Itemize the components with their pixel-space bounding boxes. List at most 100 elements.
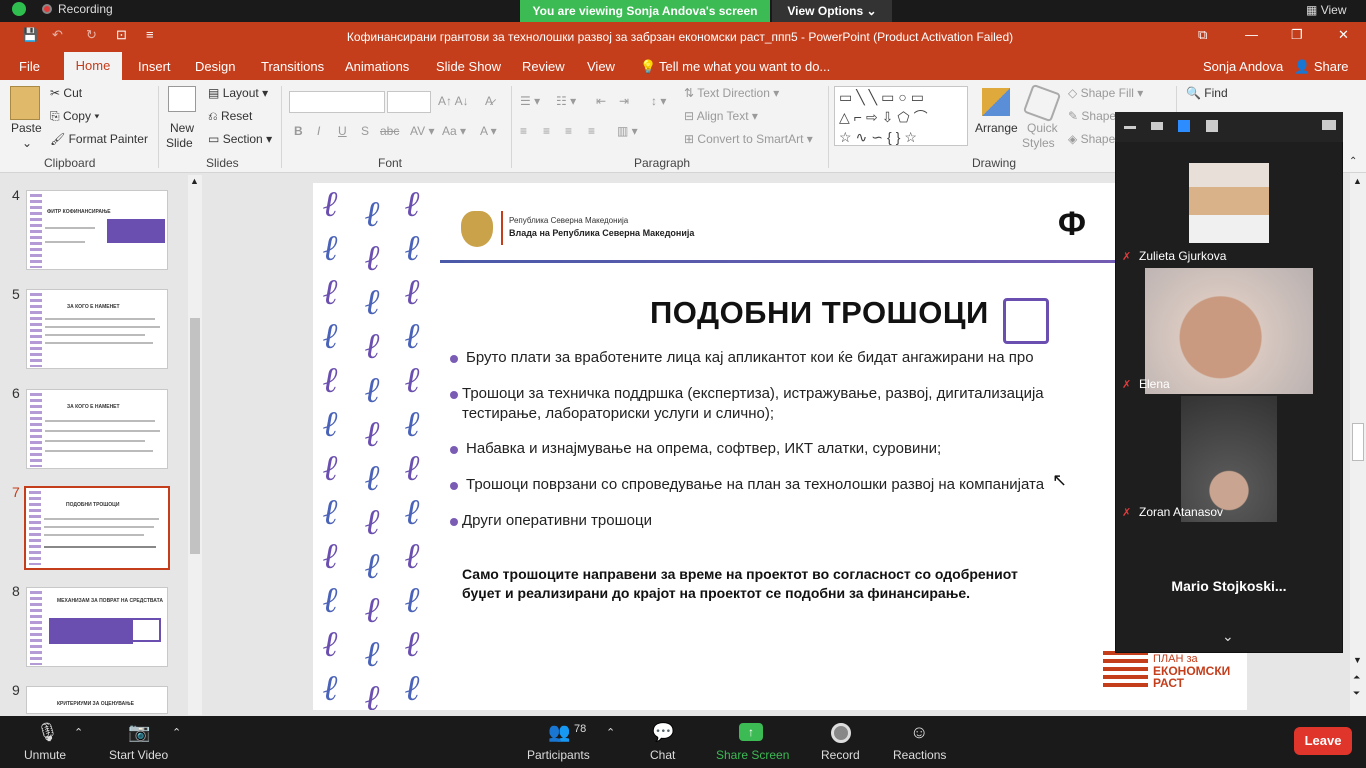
chat-icon[interactable]: 💬 — [652, 722, 674, 742]
reset-button[interactable]: ⎌ Reset — [208, 109, 252, 124]
slide-thumbnail[interactable]: ФИТР КОФИНАНСИРАЊЕ — [26, 190, 168, 270]
maximize-icon[interactable]: ❐ — [1291, 27, 1303, 43]
customize-quick-access-icon[interactable]: ≡ — [146, 27, 154, 42]
close-icon[interactable]: ✕ — [1338, 27, 1349, 43]
slide-canvas[interactable]: ℓℓℓ ℓℓℓ ℓℓℓ ℓℓℓ ℓℓℓ ℓℓℓ ℓℓℓ ℓℓℓ ℓℓℓ ℓℓℓ … — [313, 183, 1247, 710]
gallery-view-icon[interactable] — [1206, 120, 1218, 132]
participant-video[interactable] — [1189, 163, 1269, 243]
clear-formatting-icon[interactable]: A̷ — [485, 94, 493, 108]
leave-button[interactable]: Leave — [1294, 727, 1352, 755]
chat-button[interactable]: Chat — [650, 748, 675, 762]
change-case-icon[interactable]: Aa ▾ — [442, 124, 466, 138]
collapse-ribbon-icon[interactable]: ⌃ — [1349, 156, 1357, 167]
hide-video-icon[interactable] — [1151, 122, 1163, 130]
text-direction-button[interactable]: ⇅ Text Direction ▾ — [684, 86, 779, 100]
shapes-gallery[interactable]: ▭╲╲▭○▭ △⌐⇨⇩⬠⌒ ☆∿∽{}☆ — [834, 86, 968, 146]
scrollbar-thumb[interactable] — [1352, 423, 1364, 461]
previous-slide-icon[interactable]: ⏶ — [1353, 672, 1360, 683]
align-left-icon[interactable]: ≡ — [520, 124, 527, 138]
chevron-down-icon[interactable]: ⌄ — [1222, 628, 1234, 645]
speaker-view-icon[interactable] — [1178, 120, 1190, 132]
shadow-icon[interactable]: S — [361, 124, 369, 138]
increase-indent-icon[interactable]: ⇥ — [619, 94, 629, 108]
shape-effects-button[interactable]: ◈ Shape — [1068, 132, 1115, 146]
muted-mic-icon[interactable]: 🎙 — [36, 722, 59, 742]
shape-fill-button[interactable]: ◇ Shape Fill ▾ — [1068, 86, 1143, 100]
bold-icon[interactable]: B — [294, 124, 303, 138]
share-screen-icon[interactable]: ↑ — [739, 723, 763, 741]
shape-outline-button[interactable]: ✎ Shape — [1068, 109, 1116, 123]
chevron-up-icon[interactable]: ⌃ — [606, 726, 615, 739]
tab-insert[interactable]: Insert — [138, 59, 171, 74]
new-slide-button[interactable]: New — [170, 121, 194, 135]
participants-icon[interactable]: 👥 — [548, 722, 570, 742]
scroll-up-icon[interactable]: ▲ — [1353, 176, 1362, 186]
tab-home[interactable]: Home — [64, 52, 122, 80]
exit-panel-icon[interactable] — [1322, 120, 1336, 130]
font-name-input[interactable] — [289, 91, 385, 113]
minimize-icon[interactable] — [1124, 126, 1136, 129]
video-off-icon[interactable]: 📷 — [128, 722, 150, 742]
justify-icon[interactable]: ≡ — [588, 124, 595, 138]
find-button[interactable]: 🔍 Find — [1186, 86, 1228, 100]
view-options-button[interactable]: View Options ⌄ — [772, 0, 892, 22]
chevron-up-icon[interactable]: ⌃ — [74, 726, 83, 739]
font-size-input[interactable] — [387, 91, 431, 113]
tell-me-box[interactable]: Tell me what you want to do... — [659, 59, 830, 74]
paste-button[interactable]: Paste — [11, 121, 42, 135]
recording-indicator[interactable]: Recording — [12, 2, 113, 16]
share-button[interactable]: 👤 Share — [1294, 59, 1349, 75]
tab-design[interactable]: Design — [195, 59, 235, 74]
tab-view[interactable]: View — [587, 59, 615, 74]
view-button[interactable]: ▦ View — [1306, 3, 1346, 17]
scrollbar-thumb[interactable] — [190, 318, 200, 554]
chevron-down-icon[interactable]: ⌄ — [22, 136, 32, 150]
participants-button[interactable]: Participants — [527, 748, 590, 762]
quick-styles-button[interactable]: Quick — [1027, 121, 1058, 135]
italic-icon[interactable]: I — [317, 124, 320, 138]
copy-button[interactable]: ⎘ Copy ▾ — [50, 109, 99, 124]
tab-file[interactable]: File — [19, 59, 40, 74]
chevron-up-icon[interactable]: ⌃ — [172, 726, 181, 739]
unmute-button[interactable]: Unmute — [24, 748, 66, 762]
ribbon-display-options-icon[interactable]: ⧉ — [1198, 27, 1207, 43]
convert-smartart-button[interactable]: ⊞ Convert to SmartArt ▾ — [684, 132, 813, 146]
slide-thumbnail[interactable]: КРИТЕРИУМИ ЗА ОЦЕНУВАЊЕ — [26, 686, 168, 714]
tab-animations[interactable]: Animations — [345, 59, 409, 74]
line-spacing-icon[interactable]: ↕ ▾ — [651, 94, 666, 108]
align-right-icon[interactable]: ≡ — [565, 124, 572, 138]
record-button[interactable]: Record — [821, 748, 860, 762]
cut-button[interactable]: ✂ Cut — [50, 86, 82, 100]
undo-icon[interactable]: ↶ — [52, 27, 63, 43]
numbering-icon[interactable]: ☷ ▾ — [556, 94, 576, 108]
reactions-button[interactable]: Reactions — [893, 748, 946, 762]
slide-thumbnail-selected[interactable]: ПОДОБНИ ТРОШОЦИ — [24, 486, 170, 570]
arrange-button[interactable]: Arrange — [975, 121, 1018, 135]
bullets-icon[interactable]: ☰ ▾ — [520, 94, 540, 108]
underline-icon[interactable]: U — [338, 124, 347, 138]
char-spacing-icon[interactable]: AV ▾ — [410, 124, 434, 138]
align-text-button[interactable]: ⊟ Align Text ▾ — [684, 109, 758, 123]
layout-button[interactable]: ▤ Layout ▾ — [208, 86, 268, 100]
increase-font-icon[interactable]: A↑ A↓ — [438, 94, 469, 108]
share-screen-button[interactable]: Share Screen — [716, 748, 789, 762]
minimize-icon[interactable]: — — [1245, 27, 1258, 42]
record-icon[interactable] — [831, 723, 851, 743]
align-center-icon[interactable]: ≡ — [543, 124, 550, 138]
redo-icon[interactable]: ↻ — [86, 27, 97, 43]
tab-slide-show[interactable]: Slide Show — [436, 59, 501, 74]
scroll-down-icon[interactable]: ▼ — [1353, 655, 1362, 665]
slide-thumbnail[interactable]: ЗА КОГО Е НАМЕНЕТ — [26, 289, 168, 369]
scroll-up-icon[interactable]: ▲ — [190, 176, 199, 186]
columns-icon[interactable]: ▥ ▾ — [617, 124, 638, 138]
reactions-icon[interactable]: ☺ — [910, 722, 932, 742]
participant-video[interactable] — [1145, 268, 1313, 394]
format-painter-button[interactable]: 🖌 Format Painter — [50, 132, 148, 146]
font-color-icon[interactable]: A ▾ — [480, 124, 497, 138]
start-video-button[interactable]: Start Video — [109, 748, 168, 762]
slide-thumbnail[interactable]: МЕХАНИЗАМ ЗА ПОВРАТ НА СРЕДСТВАТА — [26, 587, 168, 667]
next-slide-icon[interactable]: ⏷ — [1353, 688, 1360, 699]
save-icon[interactable]: 💾 — [22, 27, 38, 43]
decrease-indent-icon[interactable]: ⇤ — [596, 94, 606, 108]
participant-video[interactable] — [1181, 396, 1277, 522]
